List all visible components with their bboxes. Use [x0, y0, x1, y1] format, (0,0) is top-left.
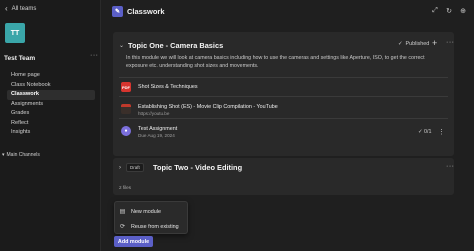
nav-item-classwork[interactable]: Classwork: [7, 90, 95, 100]
back-to-teams-link[interactable]: ‹ All teams: [5, 4, 37, 13]
nav-item-reflect[interactable]: Reflect: [7, 119, 95, 129]
module-card: › Draft Topic Two - Video Editing ··· 2 …: [113, 158, 454, 195]
main-channels-label: Main Channels: [6, 152, 40, 158]
item-title: Shot Sizes & Techniques: [138, 84, 198, 90]
nav-item-home-page[interactable]: Home page: [7, 71, 95, 81]
more-options-icon[interactable]: ···: [446, 163, 455, 170]
draft-badge: Draft: [126, 163, 144, 172]
team-more-options-icon[interactable]: ···: [90, 52, 99, 59]
module-header[interactable]: ⌄ Topic One - Camera Basics: [119, 41, 223, 50]
chevron-left-icon: ‹: [5, 4, 8, 13]
main-channels-toggle[interactable]: ▾ Main Channels: [2, 152, 40, 158]
item-more-options-icon[interactable]: ⋮: [438, 128, 446, 136]
pdf-icon: PDF: [121, 82, 131, 92]
assignment-icon: ●: [121, 126, 131, 136]
item-title: Establishing Shot (ES) - Movie Clip Comp…: [138, 104, 278, 110]
chevron-right-icon[interactable]: ›: [119, 165, 121, 171]
module-title: Topic Two - Video Editing: [153, 163, 243, 172]
team-name: Test Team: [4, 55, 36, 62]
module-description: In this module we will look at camera ba…: [126, 55, 425, 69]
check-icon: ✓: [398, 41, 403, 47]
nav-item-assignments[interactable]: Assignments: [7, 100, 95, 110]
list-item-assignment[interactable]: ● Test Assignment Due Aug 19, 2024 ✓ 0/1…: [119, 118, 448, 148]
back-label: All teams: [11, 6, 37, 12]
reuse-icon: ⟳: [119, 224, 126, 230]
nav-item-grades[interactable]: Grades: [7, 109, 95, 119]
module-icon: ▤: [119, 209, 126, 215]
team-nav: Home page Class Notebook Classwork Assig…: [7, 71, 95, 138]
published-label: Published: [405, 41, 430, 47]
header-actions: ⤢ ↻ ⊕: [431, 7, 467, 15]
published-status: ✓ Published: [398, 41, 429, 47]
sidebar: ‹ All teams TT Test Team ··· Home page C…: [0, 0, 101, 251]
submission-status: ✓ 0/1: [418, 129, 432, 135]
file-count: 2 files: [119, 185, 132, 190]
list-item-pdf[interactable]: PDF Shot Sizes & Techniques: [119, 77, 448, 96]
chevron-down-icon[interactable]: ⌄: [119, 42, 124, 49]
expand-icon[interactable]: ⤢: [431, 7, 439, 15]
globe-icon[interactable]: ⊕: [459, 7, 467, 15]
menu-item-label: Reuse from existing: [131, 223, 179, 230]
nav-item-class-notebook[interactable]: Class Notebook: [7, 81, 95, 91]
item-due-date: Due Aug 19, 2024: [138, 133, 175, 138]
module-title: Topic One - Camera Basics: [128, 41, 224, 50]
add-module-menu: ▤ New module ⟳ Reuse from existing: [114, 201, 188, 234]
check-icon: ✓: [418, 129, 423, 135]
menu-item-reuse[interactable]: ⟳ Reuse from existing: [119, 223, 179, 231]
page-title: Classwork: [127, 6, 165, 16]
item-url: https://youtu.be: [138, 111, 170, 116]
video-thumbnail: [121, 104, 131, 114]
add-resource-icon[interactable]: +: [432, 38, 437, 48]
refresh-icon[interactable]: ↻: [445, 7, 453, 15]
classwork-app-icon: ✎: [112, 6, 123, 17]
item-title: Test Assignment: [138, 126, 178, 132]
team-avatar: TT: [5, 23, 25, 43]
menu-item-label: New module: [131, 208, 161, 215]
nav-item-insights[interactable]: Insights: [7, 128, 95, 138]
caret-down-icon: ▾: [2, 152, 5, 158]
module-card: ⌄ Topic One - Camera Basics ✓ Published …: [113, 32, 454, 156]
add-module-button[interactable]: Add module: [114, 236, 153, 247]
menu-item-new-module[interactable]: ▤ New module: [119, 208, 161, 216]
app-header: ✎ Classwork ⤢ ↻ ⊕: [101, 0, 474, 25]
more-options-icon[interactable]: ···: [446, 39, 455, 46]
list-item-link[interactable]: Establishing Shot (ES) - Movie Clip Comp…: [119, 96, 448, 118]
